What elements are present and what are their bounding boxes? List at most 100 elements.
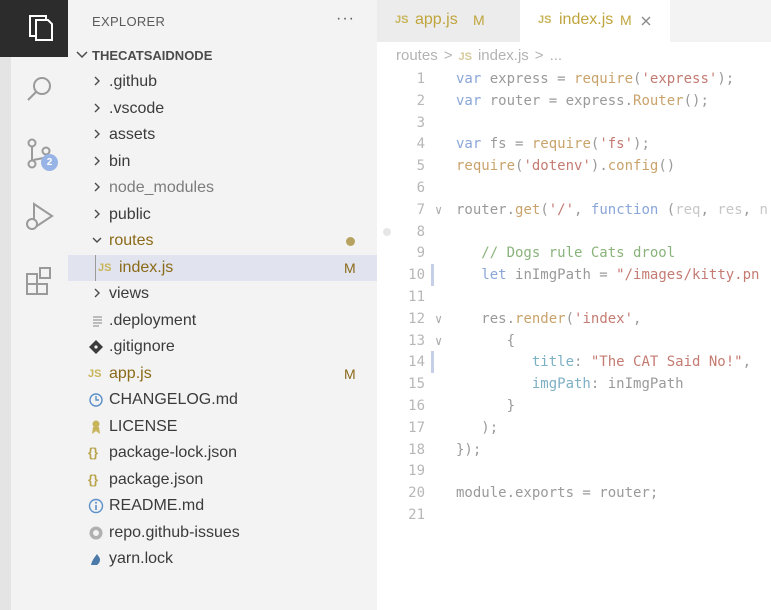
tree-item[interactable]: routes bbox=[68, 228, 377, 254]
code-line: let inImgPath = "/images/kitty.pn bbox=[481, 267, 760, 284]
chevron-right-icon bbox=[94, 182, 100, 192]
code-line: var fs = require('fs'); bbox=[456, 136, 650, 153]
tree-item-label: package-lock.json bbox=[109, 444, 238, 461]
fold-chevron-icon[interactable]: ∨ bbox=[435, 199, 442, 221]
line-number: 14 bbox=[408, 354, 425, 371]
breadcrumb: routes > JS index.js >... bbox=[396, 47, 568, 64]
breakpoint-hint-icon[interactable] bbox=[383, 227, 391, 236]
line-number: 20 bbox=[408, 485, 425, 502]
js-file-icon: JS bbox=[395, 14, 409, 26]
tree-item[interactable]: .github bbox=[68, 69, 377, 95]
search-icon[interactable] bbox=[20, 70, 60, 110]
extensions-icon[interactable] bbox=[20, 260, 60, 300]
tree-item[interactable]: {} package.json bbox=[68, 467, 377, 493]
line-number: 2 bbox=[416, 92, 425, 109]
code-line: { bbox=[456, 332, 516, 349]
tree-item-label: node_modules bbox=[109, 179, 214, 196]
modified-flag: M bbox=[344, 365, 356, 382]
more-actions-button[interactable]: ··· bbox=[336, 10, 355, 28]
line-number: 16 bbox=[408, 398, 425, 414]
explorer-icon[interactable] bbox=[20, 8, 60, 48]
run-debug-icon[interactable] bbox=[20, 196, 60, 236]
code-line: // Dogs rule Cats drool bbox=[456, 245, 676, 262]
close-icon[interactable] bbox=[640, 15, 652, 27]
tree-item[interactable]: .vscode bbox=[68, 96, 377, 122]
js-file-icon: JS bbox=[538, 14, 552, 26]
tree-item[interactable]: .gitignore bbox=[68, 334, 377, 360]
fold-chevron-icon[interactable]: ∨ bbox=[435, 330, 442, 352]
tree-item-label: .gitignore bbox=[109, 338, 175, 355]
tree-item-label: repo.github-issues bbox=[109, 523, 240, 541]
tree-item[interactable]: public bbox=[68, 202, 377, 228]
tree-item-label: routes bbox=[109, 232, 154, 249]
code-line: } bbox=[456, 398, 516, 414]
tree-item-label: assets bbox=[109, 126, 156, 143]
tree-item[interactable]: JS app.js M bbox=[68, 361, 377, 387]
tree-item[interactable]: repo.github-issues bbox=[68, 520, 377, 546]
breadcrumb-file[interactable]: index.js bbox=[478, 47, 529, 64]
tab-index-js[interactable]: JS index.js M bbox=[520, 0, 670, 42]
tree-item[interactable]: bin bbox=[68, 149, 377, 175]
modified-dot-icon bbox=[346, 237, 355, 246]
code-line: ); bbox=[456, 419, 499, 436]
tree-item[interactable]: CHANGELOG.md bbox=[68, 387, 377, 413]
tree-item[interactable]: yarn.lock bbox=[68, 546, 377, 572]
tab-app-js[interactable]: JS app.js M bbox=[377, 0, 520, 42]
chevron-down-icon bbox=[76, 51, 88, 59]
tree-item[interactable]: LICENSE bbox=[68, 414, 377, 440]
breadcrumb-folder[interactable]: routes bbox=[396, 47, 438, 64]
chevron-right-icon bbox=[94, 76, 100, 86]
line-number: 19 bbox=[408, 463, 425, 480]
code-line: router.get('/', function (req, res, n bbox=[456, 201, 768, 218]
line-number: 10 bbox=[408, 267, 425, 284]
tree-item[interactable]: views bbox=[68, 281, 377, 307]
code-line: var express = require('express'); bbox=[456, 71, 735, 87]
line-number: 4 bbox=[416, 136, 425, 153]
tab-label: app.js bbox=[415, 11, 458, 28]
tree-item-label: CHANGELOG.md bbox=[109, 391, 238, 408]
explorer-sidebar: EXPLORER ··· THECATSAIDNODE .github .vsco… bbox=[68, 0, 377, 610]
line-number: 11 bbox=[408, 289, 425, 305]
tree-item[interactable]: .deployment bbox=[68, 308, 377, 334]
tree-item-label: app.js bbox=[109, 364, 152, 382]
workspace-folder-header[interactable]: THECATSAIDNODE bbox=[68, 44, 377, 68]
line-number: 21 bbox=[408, 507, 425, 523]
tree-item[interactable]: {} package-lock.json bbox=[68, 440, 377, 466]
info-icon bbox=[88, 498, 104, 514]
tree-item-label: bin bbox=[109, 152, 131, 170]
tree-item-label: README.md bbox=[109, 497, 205, 514]
json-braces-icon: {} bbox=[88, 445, 99, 460]
js-file-icon: JS bbox=[98, 261, 112, 274]
chevron-down-icon bbox=[92, 237, 102, 243]
line-number: 12 bbox=[408, 310, 425, 327]
tree-item[interactable]: README.md bbox=[68, 493, 377, 519]
code-line: res.render('index', bbox=[456, 310, 642, 327]
tree-item-label: .vscode bbox=[109, 99, 165, 117]
git-icon bbox=[89, 340, 103, 354]
code-line: module.exports = router; bbox=[456, 485, 659, 502]
chevron-right-icon bbox=[94, 103, 100, 112]
tree-item[interactable]: JS index.js M bbox=[68, 254, 377, 281]
code-editor[interactable]: 1 var express = require('express'); 2 var r… bbox=[377, 68, 771, 528]
breadcrumb-separator: > bbox=[534, 47, 544, 64]
line-number: 18 bbox=[408, 441, 425, 458]
json-braces-icon: {} bbox=[88, 471, 99, 487]
chevron-right-icon bbox=[94, 156, 100, 165]
line-number: 7 bbox=[416, 201, 425, 218]
yarn-icon bbox=[91, 554, 101, 565]
activity-bar: 2 bbox=[0, 0, 68, 610]
code-line: imgPath: inImgPath bbox=[531, 376, 684, 393]
github-icon bbox=[89, 526, 103, 539]
tree-item-label: views bbox=[109, 285, 150, 302]
modified-line-gutter-marker bbox=[431, 351, 434, 374]
workspace-folder-name: THECATSAIDNODE bbox=[92, 48, 213, 63]
tree-item-label: index.js bbox=[119, 258, 174, 276]
tab-modified-flag: M bbox=[473, 12, 485, 28]
code-line: }); bbox=[456, 441, 482, 458]
fold-chevron-icon[interactable]: ∨ bbox=[435, 308, 442, 330]
code-line: require('dotenv').config() bbox=[456, 158, 676, 175]
breadcrumb-symbols[interactable]: ... bbox=[550, 47, 563, 64]
tree-item-label: package.json bbox=[109, 470, 204, 488]
tree-item[interactable]: assets bbox=[68, 122, 377, 148]
tree-item[interactable]: node_modules bbox=[68, 175, 377, 201]
